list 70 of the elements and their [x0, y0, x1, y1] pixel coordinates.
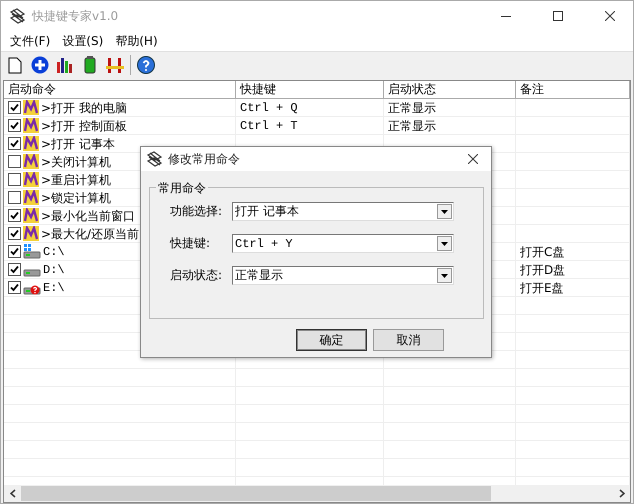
ok-button[interactable]: 确定: [296, 329, 367, 351]
command-text: D:\: [43, 262, 65, 276]
dropdown-field[interactable]: 打开 记事本: [232, 202, 454, 221]
dropdown-field[interactable]: 正常显示: [232, 266, 454, 285]
field-label: 快捷键:: [170, 235, 212, 252]
command-text: >锁定计算机: [41, 190, 112, 204]
command-text: >最大化/还原当前: [41, 226, 140, 240]
m-icon: [23, 190, 39, 205]
m-icon: [23, 172, 39, 187]
command-text: >重启计算机: [41, 172, 112, 186]
field-label: 启动状态:: [170, 267, 224, 284]
window-title: 快捷键专家v1.0: [32, 8, 120, 24]
bar-chart-icon[interactable]: [55, 55, 75, 75]
close-icon: [605, 11, 615, 21]
caret-icon: [441, 274, 448, 278]
m-icon: [23, 226, 39, 241]
status-text: 正常显示: [388, 100, 436, 114]
checkbox[interactable]: [8, 281, 21, 294]
checkbox[interactable]: [8, 101, 21, 114]
checkbox[interactable]: [8, 155, 21, 168]
shortcut-text: Ctrl + Q: [240, 100, 298, 114]
cancel-button[interactable]: 取消: [373, 329, 444, 351]
m-icon: [23, 118, 39, 133]
scrollbar-thumb[interactable]: [21, 486, 491, 501]
m-icon: [23, 136, 39, 151]
checkbox[interactable]: [8, 245, 21, 258]
command-text: >打开 记事本: [41, 136, 115, 150]
system-drive-icon: [23, 244, 41, 259]
menu-item[interactable]: 设置(S): [57, 32, 108, 50]
app-logo-icon: [146, 150, 163, 168]
caret-icon: [441, 242, 448, 246]
column-header[interactable]: 启动状态: [384, 81, 516, 98]
clamp-icon[interactable]: [105, 55, 125, 75]
dropdown-field[interactable]: Ctrl + Y: [232, 234, 454, 253]
checkbox[interactable]: [8, 137, 21, 150]
command-text: >打开 控制面板: [41, 118, 127, 132]
group-title: 常用命令: [156, 180, 208, 197]
command-text: >关闭计算机: [41, 154, 112, 168]
close-icon: [468, 154, 478, 164]
checkbox[interactable]: [8, 191, 21, 204]
command-text: E:\: [43, 280, 65, 294]
note-text: 打开D盘: [520, 262, 566, 276]
column-header[interactable]: 启动命令: [4, 81, 236, 98]
menu-item[interactable]: 帮助(H): [110, 32, 163, 50]
command-text: C:\: [43, 244, 65, 258]
checkbox[interactable]: [8, 263, 21, 276]
m-icon: [23, 154, 39, 169]
app-logo-icon: [9, 8, 26, 24]
m-icon: [23, 208, 39, 223]
checkbox[interactable]: [8, 173, 21, 186]
command-text: >最小化当前窗口: [41, 208, 136, 222]
caret-icon: [441, 210, 448, 214]
field-label: 功能选择:: [170, 203, 224, 220]
maximize-icon: [553, 11, 563, 21]
add-icon[interactable]: [30, 55, 50, 75]
note-text: 打开E盘: [520, 280, 564, 294]
shortcut-text: Ctrl + T: [240, 118, 298, 132]
checkbox[interactable]: [8, 119, 21, 132]
status-text: 正常显示: [388, 118, 436, 132]
drive-icon: [23, 269, 41, 277]
column-header[interactable]: 备注: [516, 81, 630, 98]
command-text: >打开 我的电脑: [41, 100, 127, 114]
help-icon[interactable]: [136, 55, 156, 75]
note-text: 打开C盘: [520, 244, 564, 258]
checkbox[interactable]: [8, 227, 21, 240]
dialog-title: 修改常用命令: [168, 150, 241, 168]
checkbox[interactable]: [8, 209, 21, 222]
column-header[interactable]: 快捷键: [236, 81, 384, 98]
m-icon: [23, 100, 39, 115]
menu-item[interactable]: 文件(F): [5, 32, 56, 50]
